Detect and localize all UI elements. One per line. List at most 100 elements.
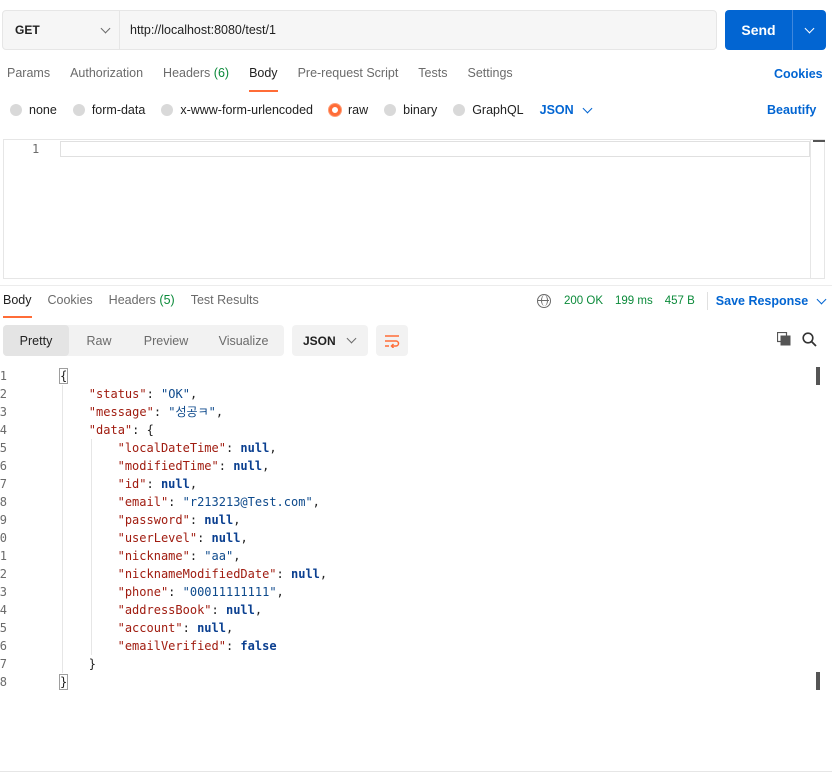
cookies-link[interactable]: Cookies (774, 67, 823, 81)
line-number: 2 (0, 387, 7, 401)
chevron-down-icon (100, 23, 111, 33)
json-key: "message" (88, 405, 154, 419)
save-response-button[interactable]: Save Response (716, 294, 808, 308)
view-mode-pretty[interactable]: Pretty (3, 325, 69, 356)
response-tab-cookies[interactable]: Cookies (48, 293, 93, 313)
line-number: 13 (0, 585, 7, 599)
status-code[interactable]: 200 OK (564, 295, 603, 307)
json-colon: : (182, 621, 198, 635)
section-divider (0, 285, 832, 286)
json-punct: , (254, 603, 263, 617)
json-punct: , (225, 621, 234, 635)
editor-active-line[interactable] (60, 141, 810, 157)
view-mode-preview[interactable]: Preview (129, 325, 203, 356)
json-punct: , (240, 531, 248, 545)
url-input[interactable]: http://localhost:8080/test/1 (120, 11, 716, 49)
json-value: false (240, 639, 277, 653)
code-text: "data": { (89, 421, 154, 439)
json-bracket: } (88, 657, 97, 671)
json-punct: , (233, 513, 241, 527)
json-key: "addressBook" (117, 603, 212, 617)
radio-none[interactable]: none (10, 103, 57, 117)
code-text: "password": null, (118, 511, 241, 529)
code-line: 1{ (0, 367, 800, 385)
json-colon: : (168, 495, 183, 509)
radio-graphql[interactable]: GraphQL (453, 103, 524, 117)
tab-headers[interactable]: Headers (6) (163, 66, 229, 88)
radio-raw[interactable]: raw (329, 103, 368, 117)
beautify-link[interactable]: Beautify (767, 103, 816, 117)
json-punct: , (276, 585, 284, 599)
json-key: "account" (117, 621, 183, 635)
headers-count: (6) (213, 66, 230, 80)
radio-dot (72, 104, 85, 116)
code-text: "emailVerified": false (118, 637, 277, 655)
json-value: null (225, 603, 255, 617)
json-key: "localDateTime" (117, 441, 226, 455)
tab-authorization[interactable]: Authorization (70, 66, 143, 88)
json-value: "aa" (204, 549, 234, 563)
response-tab-body[interactable]: Body (3, 293, 32, 318)
json-punct: , (189, 477, 198, 491)
globe-icon[interactable] (537, 294, 551, 308)
json-value: null (197, 621, 226, 635)
search-icon[interactable] (802, 332, 817, 347)
send-button-group: Send (725, 10, 826, 50)
tab-settings[interactable]: Settings (467, 66, 512, 88)
line-number: 17 (0, 657, 7, 671)
code-text: "phone": "00011111111", (118, 583, 284, 601)
json-value: "r213213@Test.com" (182, 495, 313, 509)
bottom-border (0, 771, 832, 772)
tab-pre-request-script[interactable]: Pre-request Script (298, 66, 399, 88)
radio-form-data[interactable]: form-data (72, 103, 145, 117)
radio-binary[interactable]: binary (384, 103, 437, 117)
json-bracket: } (58, 674, 69, 690)
code-text: "localDateTime": null, (118, 439, 277, 457)
json-colon: : (218, 459, 234, 473)
json-key: "nicknameModifiedDate" (117, 567, 277, 581)
code-text: "account": null, (118, 619, 234, 637)
view-mode-visualize[interactable]: Visualize (203, 325, 284, 356)
request-body-editor[interactable] (3, 139, 825, 279)
radio-urlencoded[interactable]: x-www-form-urlencoded (161, 103, 313, 117)
json-key: "modifiedTime" (117, 459, 219, 473)
line-number: 4 (0, 423, 7, 437)
body-type-group: none form-data x-www-form-urlencoded raw… (10, 102, 593, 118)
send-dropdown-button[interactable] (793, 10, 826, 50)
response-tab-test-results[interactable]: Test Results (191, 293, 259, 313)
indent-guide (90, 439, 92, 655)
method-select[interactable]: GET (3, 11, 120, 49)
editor-scrollbar[interactable] (810, 140, 825, 278)
view-mode-raw[interactable]: Raw (69, 325, 129, 356)
json-colon: : (146, 387, 162, 401)
response-format-select[interactable]: JSON (292, 325, 368, 356)
code-line: 10 "userLevel": null, (0, 529, 800, 547)
response-tab-headers[interactable]: Headers (5) (109, 293, 175, 313)
line-number: 6 (0, 459, 7, 473)
send-button[interactable]: Send (725, 10, 793, 50)
response-time[interactable]: 199 ms (615, 295, 653, 307)
code-line: 11 "nickname": "aa", (0, 547, 800, 565)
body-format-select[interactable]: JSON (540, 103, 593, 117)
wrap-lines-button[interactable] (376, 325, 408, 356)
response-scrollbar-thumb[interactable] (816, 367, 820, 385)
line-number: 1 (0, 369, 7, 383)
chevron-down-icon[interactable] (816, 294, 827, 304)
tab-params[interactable]: Params (7, 66, 50, 88)
line-number: 15 (0, 621, 7, 635)
line-number: 7 (0, 477, 7, 491)
response-scrollbar-thumb[interactable] (816, 672, 820, 690)
copy-icon[interactable] (777, 332, 791, 346)
code-text: "email": "r213213@Test.com", (118, 493, 320, 511)
json-colon: : (168, 585, 183, 599)
code-line: 18} (0, 673, 800, 691)
response-size[interactable]: 457 B (665, 295, 695, 307)
request-tabs: Params Authorization Headers (6) Body Pr… (7, 66, 533, 92)
json-punct: , (262, 459, 270, 473)
json-key: "email" (117, 495, 169, 509)
line-number: 14 (0, 603, 7, 617)
tab-tests[interactable]: Tests (418, 66, 447, 88)
code-text: } (89, 655, 96, 673)
json-value: "OK" (161, 387, 190, 401)
tab-body[interactable]: Body (249, 66, 278, 92)
